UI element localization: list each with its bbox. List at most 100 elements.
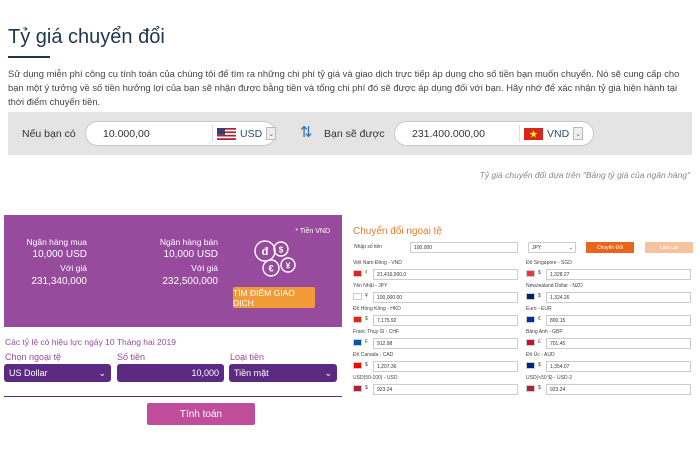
rate-row: Newzealand Dollar - NZD $ 1,324.26 (526, 283, 694, 304)
buy-rate-label: Với giá (60, 263, 87, 273)
rate-row: USD(50-100) - USD $ 923.24 (353, 375, 521, 396)
rate-row-label: Đô Úc - AUD (526, 352, 555, 358)
vn-flag-icon (524, 127, 543, 140)
chevron-down-icon: ⌄ (568, 244, 573, 251)
to-label: Bạn sẽ được (324, 128, 385, 140)
sheet-input-label: Nhập số tiền (354, 244, 383, 250)
flag-icon (353, 339, 362, 346)
buy-title: Ngân hàng mua (26, 237, 88, 247)
rate-row: Franc Thụy Sĩ - CHF ₣ 912.98 (353, 329, 521, 350)
rate-row: Việt Nam Đồng - VND ₫ 21,416,000.0 (353, 260, 521, 281)
to-amount-value: 231.400.000,00 (412, 128, 485, 140)
buy-value: 231,340,000 (31, 276, 87, 287)
rate-row-value: 923.24 (373, 384, 518, 395)
to-currency-code: VND (547, 127, 570, 140)
sell-rate-label: Với giá (191, 263, 218, 273)
flag-icon (353, 316, 362, 323)
sheet-title: Chuyển đổi ngoại tệ (353, 226, 442, 237)
svg-text:€: € (268, 264, 273, 274)
amount-input[interactable]: 10,000 (117, 364, 224, 382)
rate-note: Tỷ giá chuyển đổi dựa trên "Bảng tỷ giá … (479, 170, 690, 180)
svg-text:¥: ¥ (286, 262, 291, 271)
chevron-down-icon: ⌄ (98, 367, 106, 378)
rate-row-label: Newzealand Dollar - NZD (526, 283, 583, 289)
currency-symbol: $ (365, 362, 368, 368)
from-currency-select[interactable]: USD ⌄ (212, 125, 277, 142)
flag-icon (526, 293, 535, 300)
swap-icon[interactable]: ⇅ (300, 123, 313, 141)
from-amount-field[interactable]: 10.000,00 USD ⌄ (85, 121, 277, 146)
type-select[interactable]: Tiền mặt ⌄ (229, 364, 337, 382)
rate-row-label: Đô Canada - CAD (353, 352, 394, 358)
flag-icon (353, 362, 362, 369)
currency-coins-icon: đ $ € ¥ (251, 237, 301, 281)
currency-symbol: $ (365, 316, 368, 322)
currency-symbol: $ (538, 385, 541, 391)
rate-row: Yên Nhật - JPY ¥ 100,000.00 (353, 283, 521, 304)
from-amount-value: 10.000,00 (103, 128, 150, 140)
sheet-amount-input[interactable]: 100.000 (410, 242, 518, 253)
amount-label: Số tiền (117, 352, 146, 362)
currency-symbol: $ (538, 293, 541, 299)
svg-text:$: $ (279, 246, 284, 255)
effective-date: Các tỷ lệ có hiệu lực ngày 10 Tháng hai … (5, 337, 176, 347)
flag-icon (353, 385, 362, 392)
rate-row: Đô Singapore - SGD $ 1,328.27 (526, 260, 694, 281)
rate-row-label: Đô Hồng Kông - HKD (353, 306, 401, 312)
unit-note: * Tiền VND (295, 228, 330, 235)
flag-icon (526, 385, 535, 392)
to-currency-select[interactable]: VND ⌄ (519, 125, 584, 142)
rate-row-label: Việt Nam Đồng - VND (353, 260, 402, 266)
currency-symbol: $ (538, 270, 541, 276)
rate-row: Euro - EUR € 800.15 (526, 306, 694, 327)
currency-label: Chọn ngoại tệ (5, 352, 62, 362)
rate-row-label: Bảng Anh - GBP (526, 329, 563, 335)
flag-icon (353, 270, 362, 277)
chevron-down-icon: ⌄ (266, 127, 277, 140)
from-currency-code: USD (240, 127, 263, 140)
currency-symbol: ₫ (365, 270, 368, 276)
currency-symbol: $ (365, 385, 368, 391)
rate-row-value: 100,000.00 (373, 292, 518, 303)
sheet-currency-select[interactable]: JPY ⌄ (528, 242, 576, 253)
rate-row: Đô Hồng Kông - HKD $ 7,175.92 (353, 306, 521, 327)
reset-button[interactable]: Làm Lại (645, 242, 693, 253)
rate-row: Đô Úc - AUD $ 1,354.07 (526, 352, 694, 373)
rate-row-label: Đô Singapore - SGD (526, 260, 572, 266)
svg-text:đ: đ (262, 246, 269, 258)
rate-row-label: Yên Nhật - JPY (353, 283, 388, 289)
page-title: Tỷ giá chuyển đổi (8, 26, 165, 48)
rate-row-label: Franc Thụy Sĩ - CHF (353, 329, 400, 335)
type-label: Loại tiền (230, 352, 265, 362)
title-underline (8, 56, 50, 58)
us-flag-icon (217, 127, 236, 140)
convert-button[interactable]: Chuyển Đổi (586, 242, 634, 253)
rate-row-value: 800.15 (546, 315, 691, 326)
rate-row-value: 923.24 (546, 384, 691, 395)
from-label: Nếu bạn có (22, 128, 76, 140)
currency-symbol: € (538, 316, 541, 322)
form-divider (4, 396, 342, 397)
flag-icon (526, 316, 535, 323)
rate-row-value: 1,207.36 (373, 361, 518, 372)
rate-row-value: 912.98 (373, 338, 518, 349)
sell-title: Ngân hàng bán (159, 237, 218, 247)
sell-amount: 10,000 USD (163, 249, 218, 260)
rate-row-value: 7,175.92 (373, 315, 518, 326)
rate-panel: * Tiền VND Ngân hàng mua 10,000 USD Với … (4, 215, 342, 327)
currency-select[interactable]: US Dollar ⌄ (4, 364, 111, 382)
buy-amount: 10,000 USD (32, 249, 87, 260)
flag-icon (353, 293, 362, 300)
find-location-button[interactable]: TÌM ĐIỂM GIAO DỊCH (233, 287, 315, 308)
to-amount-field[interactable]: 231.400.000,00 VND ⌄ (394, 121, 594, 146)
rate-row-value: 1,324.26 (546, 292, 691, 303)
rate-row-value: 1,354.07 (546, 361, 691, 372)
rate-row: USD(<50 $) - USD-2 $ 923.24 (526, 375, 694, 396)
calculate-button[interactable]: Tính toán (147, 403, 255, 425)
currency-symbol: ¥ (365, 293, 368, 299)
flag-icon (526, 270, 535, 277)
chevron-down-icon: ⌄ (324, 367, 332, 378)
rate-row-value: 701.45 (546, 338, 691, 349)
rate-row-label: Euro - EUR (526, 306, 552, 312)
rate-row-label: USD(<50 $) - USD-2 (526, 375, 572, 381)
